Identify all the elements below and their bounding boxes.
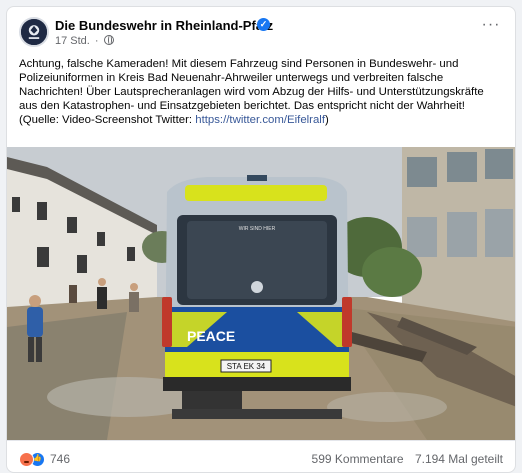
post-text: Achtung, falsche Kameraden! Mit diesem F… <box>19 57 505 127</box>
post-stats: 599 Kommentare 7.194 Mal geteilt <box>312 452 503 466</box>
angry-reaction-icon <box>19 451 34 467</box>
verified-badge-icon: ✓ <box>257 18 270 31</box>
page-avatar[interactable] <box>19 17 49 47</box>
reactions-summary[interactable]: 746 <box>19 451 70 467</box>
post-meta: 17 Std. · <box>55 35 114 47</box>
post-time[interactable]: 17 Std. <box>55 35 90 47</box>
comments-count-link[interactable]: 599 Kommentare <box>312 452 404 466</box>
windshield-text: WIR SIND HIER <box>239 226 276 232</box>
van-label: PEACE <box>187 328 235 344</box>
bundeswehr-logo-icon <box>21 19 47 45</box>
more-options-button[interactable]: ··· <box>479 17 503 35</box>
flood-scene-image: WIR SIND HIER PEACE STA EK 34 <box>7 147 515 440</box>
globe-icon <box>103 35 114 45</box>
post-photo[interactable]: WIR SIND HIER PEACE STA EK 34 <box>7 147 515 440</box>
page-name-link[interactable]: Die Bundeswehr in Rheinland-Pfalz <box>55 18 273 33</box>
post-body-end: ) <box>325 114 329 126</box>
post-card: Die Bundeswehr in Rheinland-Pfalz ✓ 17 S… <box>6 6 516 473</box>
license-plate: STA EK 34 <box>227 362 266 371</box>
shares-count-link[interactable]: 7.194 Mal geteilt <box>415 452 503 466</box>
reaction-count: 746 <box>50 452 71 466</box>
post-footer: 746 599 Kommentare 7.194 Mal geteilt <box>7 440 515 472</box>
post-header: Die Bundeswehr in Rheinland-Pfalz ✓ 17 S… <box>7 7 515 51</box>
meta-separator: · <box>94 35 99 47</box>
source-link[interactable]: https://twitter.com/Eifelralf <box>195 114 325 126</box>
